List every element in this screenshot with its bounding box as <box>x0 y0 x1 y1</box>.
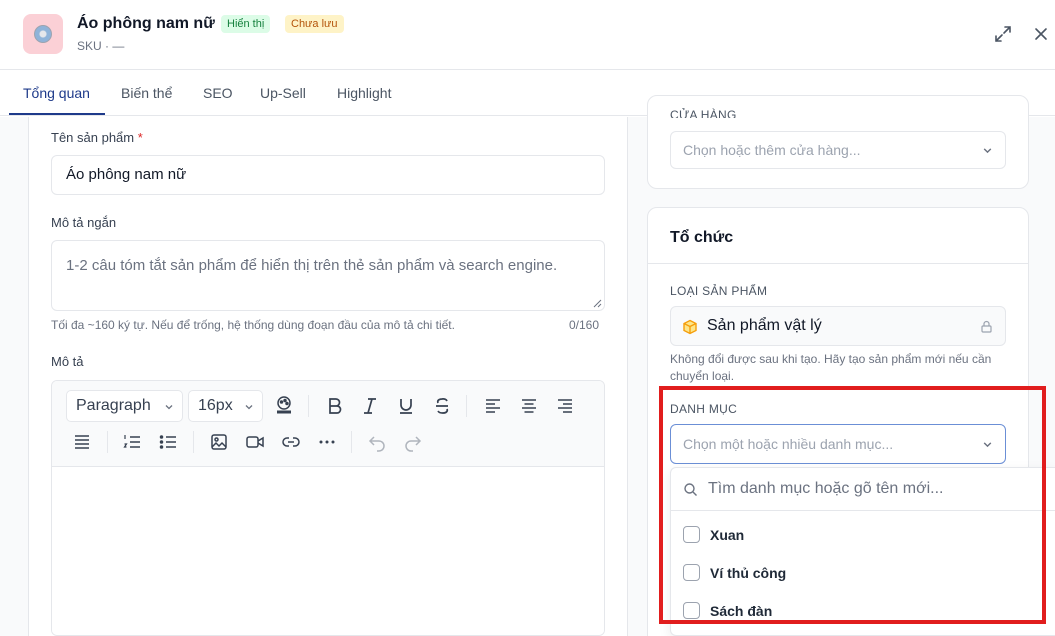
category-option[interactable]: Sách đàn <box>671 594 1055 630</box>
category-option[interactable]: Xuan <box>671 518 1055 554</box>
rich-text-editor: Paragraph 16px <box>51 380 605 636</box>
short-description-counter: 0/160 <box>569 318 600 332</box>
category-option[interactable]: Ví thủ công <box>671 556 1055 592</box>
description-label: Mô tả <box>51 354 84 369</box>
undo-icon[interactable] <box>367 432 387 452</box>
tab-overview[interactable]: Tổng quan <box>23 71 90 116</box>
toolbar-separator <box>308 395 309 417</box>
short-description-label: Mô tả ngắn <box>51 215 117 230</box>
category-search-placeholder: Tìm danh mục hoặc gõ tên mới... <box>708 480 944 497</box>
sku-text: SKU · — <box>77 39 125 53</box>
tab-highlight[interactable]: Highlight <box>337 71 391 116</box>
product-title: Áo phông nam nữ <box>77 15 215 32</box>
disc-icon <box>34 25 52 43</box>
lock-icon <box>981 320 992 333</box>
active-tab-indicator <box>9 113 105 115</box>
category-select[interactable]: Chọn một hoặc nhiều danh mục... <box>670 424 1006 464</box>
short-description-textarea[interactable]: 1-2 câu tóm tắt sản phẩm để hiển thị trê… <box>51 240 605 311</box>
product-type-value: Sản phẩm vật lý <box>707 317 822 334</box>
chevron-down-icon <box>245 405 253 410</box>
paragraph-style-value: Paragraph <box>76 397 151 414</box>
paragraph-style-select[interactable]: Paragraph <box>66 390 183 422</box>
underline-icon[interactable] <box>396 396 416 416</box>
tab-variants[interactable]: Biến thể <box>121 71 172 116</box>
align-center-icon[interactable] <box>519 396 539 416</box>
product-type-field: Sản phẩm vật lý <box>670 306 1006 346</box>
product-type-hint: Không đổi được sau khi tạo. Hãy tạo sản … <box>670 352 992 383</box>
italic-icon[interactable] <box>360 396 380 416</box>
category-checkbox[interactable] <box>683 526 700 543</box>
toolbar-separator <box>193 431 194 453</box>
required-mark: * <box>137 130 143 145</box>
organization-title: Tổ chức <box>670 229 734 246</box>
image-icon[interactable] <box>209 432 229 452</box>
editor-toolbar: Paragraph 16px <box>52 381 604 467</box>
align-right-icon[interactable] <box>555 396 575 416</box>
store-label: CỬA HÀNG <box>670 108 737 118</box>
category-checkbox[interactable] <box>683 564 700 581</box>
status-badge-unsaved: Chưa lưu <box>285 15 344 33</box>
tab-seo[interactable]: SEO <box>203 71 233 116</box>
product-name-label: Tên sản phẩm * <box>51 130 143 145</box>
category-search-box[interactable]: Tìm danh mục hoặc gõ tên mới... <box>671 468 1055 511</box>
short-description-placeholder: 1-2 câu tóm tắt sản phẩm để hiển thị trê… <box>66 257 558 274</box>
category-option-label: Ví thủ công <box>710 565 787 581</box>
section-divider <box>648 263 1028 264</box>
product-thumbnail <box>23 14 63 54</box>
strikethrough-icon[interactable] <box>432 396 452 416</box>
category-placeholder: Chọn một hoặc nhiều danh mục... <box>683 436 894 452</box>
video-icon[interactable] <box>245 432 265 452</box>
chevron-down-icon <box>165 405 173 410</box>
ordered-list-icon[interactable] <box>122 432 142 452</box>
category-label: DANH MỤC <box>670 402 738 416</box>
align-justify-icon[interactable] <box>72 432 92 452</box>
toolbar-separator <box>107 431 108 453</box>
font-size-value: 16px <box>198 397 233 414</box>
close-icon[interactable] <box>1032 25 1050 43</box>
align-left-icon[interactable] <box>483 396 503 416</box>
category-option-label: Sách đàn <box>710 603 773 619</box>
product-name-input[interactable]: Áo phông nam nữ <box>51 155 605 195</box>
more-options-icon[interactable] <box>317 432 337 452</box>
category-option-label: Xuan <box>710 527 745 543</box>
category-checkbox[interactable] <box>683 602 700 619</box>
toolbar-separator <box>466 395 467 417</box>
toolbar-separator <box>351 431 352 453</box>
chevron-down-icon <box>983 442 992 448</box>
product-type-label: LOẠI SẢN PHẨM <box>670 284 768 298</box>
font-size-select[interactable]: 16px <box>188 390 263 422</box>
search-icon <box>684 483 697 496</box>
chevron-down-icon <box>983 148 992 154</box>
bullet-list-icon[interactable] <box>158 432 178 452</box>
editor-content-area[interactable] <box>52 468 604 635</box>
status-badge-visible: Hiển thị <box>221 15 271 33</box>
package-icon <box>683 319 697 335</box>
category-dropdown: Tìm danh mục hoặc gõ tên mới... Xuan Ví … <box>670 467 1055 636</box>
store-placeholder: Chọn hoặc thêm cửa hàng... <box>683 142 861 158</box>
text-color-icon[interactable] <box>274 395 294 415</box>
redo-icon[interactable] <box>403 432 423 452</box>
store-select[interactable]: Chọn hoặc thêm cửa hàng... <box>670 131 1006 169</box>
short-description-hint: Tối đa ~160 ký tự. Nếu để trống, hệ thốn… <box>51 318 455 332</box>
tab-upsell[interactable]: Up-Sell <box>260 71 306 116</box>
resize-handle-icon[interactable] <box>592 298 602 308</box>
bold-icon[interactable] <box>325 396 345 416</box>
dialog-header: Áo phông nam nữ Hiển thị Chưa lưu SKU · … <box>0 0 1055 70</box>
link-icon[interactable] <box>281 432 301 452</box>
expand-icon[interactable] <box>994 25 1012 43</box>
